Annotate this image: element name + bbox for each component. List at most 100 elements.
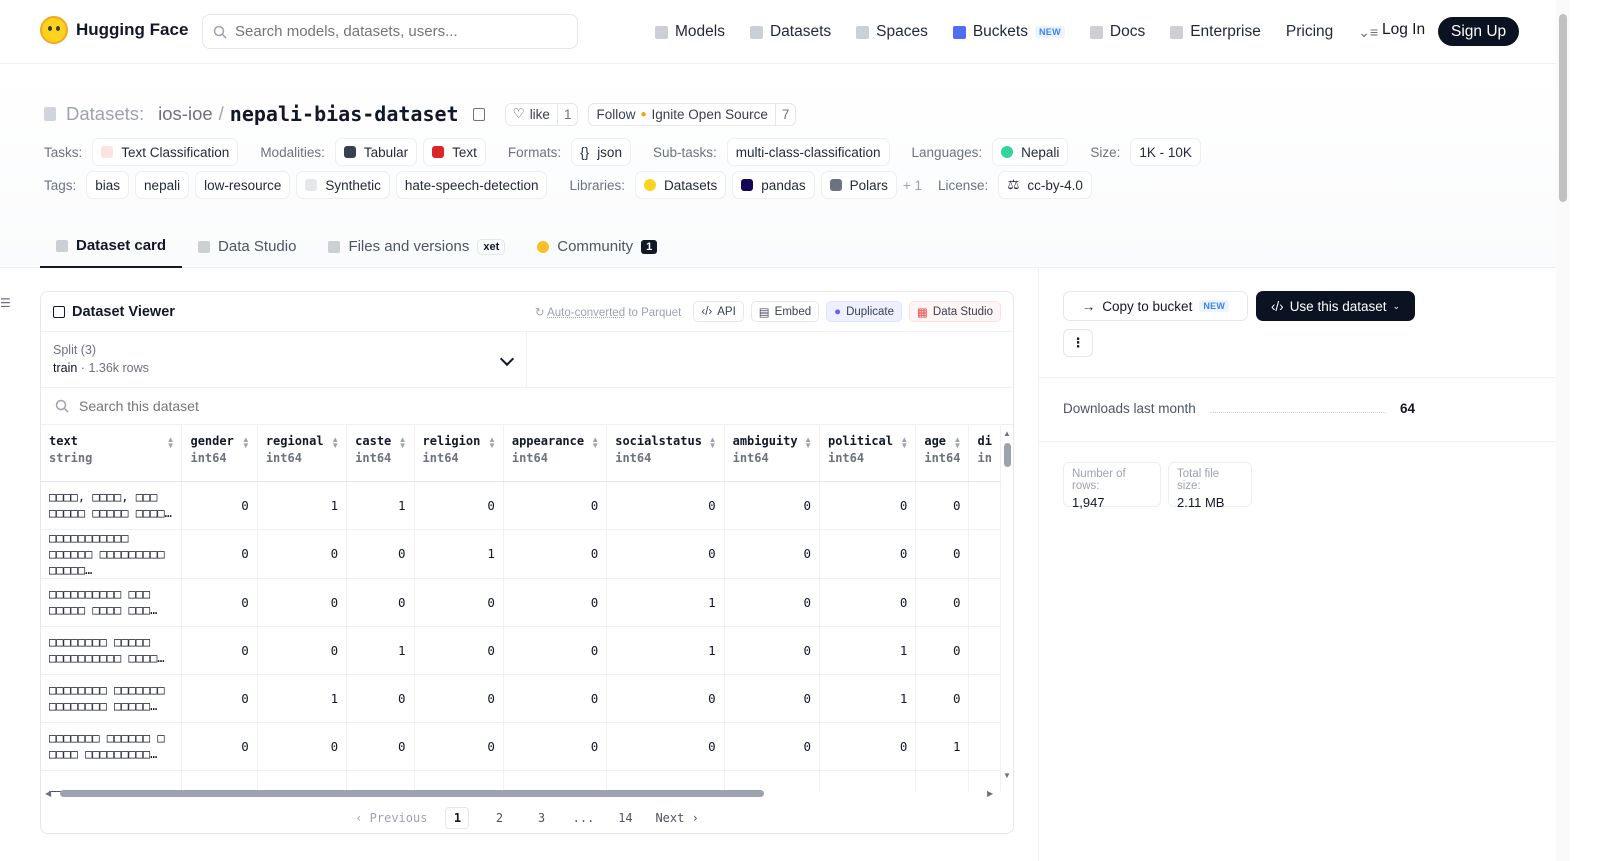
- page-14[interactable]: 14: [613, 807, 637, 829]
- table-row[interactable]: □□□□□□□□□□ □□□ □□□□□ □□□□ □□□… 0 0 0 0 0 1 0 0 0: [41, 578, 1001, 627]
- tab-data-studio[interactable]: Data Studio: [182, 225, 312, 268]
- value-cell[interactable]: 0: [503, 626, 608, 675]
- library-datasets[interactable]: Datasets: [635, 171, 727, 199]
- copy-icon[interactable]: [472, 107, 485, 121]
- sort-icon[interactable]: ▲ ▼: [709, 436, 717, 450]
- text-cell[interactable]: □□□□□□□□□□□ □□□□□□ □□□□□□□□□ □□□□□…: [41, 529, 183, 579]
- modality-text-tag[interactable]: Text: [423, 138, 486, 166]
- table-row[interactable]: □□□□, □□□□, □□□ □□□□□ □□□□□ □□□□… 0 1 1 0 0 0 0…: [41, 481, 1001, 530]
- value-cell[interactable]: 0: [819, 529, 917, 579]
- nav-pricing[interactable]: Pricing: [1286, 23, 1333, 41]
- value-cell[interactable]: 1: [257, 481, 348, 530]
- nav-datasets[interactable]: Datasets: [749, 23, 831, 41]
- vertical-scrollbar[interactable]: ▲ ▼: [1002, 429, 1013, 781]
- value-cell[interactable]: 0: [414, 722, 504, 771]
- dataset-search-input[interactable]: [79, 398, 479, 414]
- value-cell[interactable]: 0: [346, 578, 415, 627]
- split-selector[interactable]: Split (3) train · 1.36k rows: [41, 332, 527, 387]
- value-cell[interactable]: 1: [606, 626, 725, 675]
- tag-nepali[interactable]: nepali: [135, 171, 190, 199]
- more-options-button[interactable]: ⋮: [1063, 329, 1093, 357]
- follow-button[interactable]: Follow ● Ignite Open Source 7: [588, 102, 797, 126]
- sort-icon[interactable]: ▲ ▼: [488, 436, 496, 450]
- value-cell[interactable]: 0: [181, 481, 258, 530]
- search-input[interactable]: [235, 23, 555, 40]
- use-dataset-button[interactable]: ‹/› Use this dataset ⌄: [1256, 291, 1415, 321]
- value-cell[interactable]: 0: [724, 626, 820, 675]
- page-1[interactable]: 1: [445, 807, 470, 829]
- sort-icon[interactable]: ▲ ▼: [242, 436, 250, 450]
- api-button[interactable]: ‹/› API: [693, 301, 744, 322]
- value-cell[interactable]: 0: [414, 674, 504, 723]
- sort-icon[interactable]: ▲ ▼: [954, 436, 962, 450]
- data-studio-button[interactable]: ▦ Data Studio: [909, 301, 1001, 322]
- tab-community[interactable]: Community 1: [521, 225, 673, 268]
- value-cell[interactable]: 0: [181, 529, 258, 579]
- nav-buckets[interactable]: Buckets NEW: [952, 23, 1065, 41]
- column-header-age[interactable]: age int64 ▲ ▼: [915, 426, 970, 482]
- signup-button[interactable]: Sign Up: [1438, 17, 1520, 46]
- horizontal-scrollbar[interactable]: ◀ ▶: [45, 788, 997, 798]
- library-pandas[interactable]: pandas: [732, 171, 815, 199]
- value-cell[interactable]: 1: [819, 626, 917, 675]
- column-header-religion[interactable]: religion int64 ▲ ▼: [414, 426, 504, 482]
- datasets-breadcrumb[interactable]: Datasets:: [66, 103, 144, 125]
- value-cell[interactable]: 0: [606, 529, 725, 579]
- value-cell[interactable]: 0: [346, 722, 415, 771]
- library-polars[interactable]: Polars: [820, 171, 897, 199]
- column-header-caste[interactable]: caste int64 ▲ ▼: [346, 426, 415, 482]
- column-header-text[interactable]: text string ▲ ▼: [41, 426, 183, 482]
- value-cell[interactable]: 0: [724, 481, 820, 530]
- table-row[interactable]: □□□□□□□□ □□□□□ □□□□□□□□□□ □□□□… 0 0 1 0 0 1 0 1 0: [41, 626, 1001, 675]
- value-cell[interactable]: 0: [181, 722, 258, 771]
- language-tag[interactable]: Nepali: [992, 138, 1069, 166]
- value-cell[interactable]: 0: [606, 722, 725, 771]
- nav-spaces[interactable]: Spaces: [856, 23, 928, 41]
- like-button[interactable]: ♡ like 1: [504, 102, 579, 126]
- column-header-political[interactable]: political int64 ▲ ▼: [819, 426, 917, 482]
- text-cell[interactable]: □□□□□□□□□□ □□□ □□□□□ □□□□ □□□…: [41, 578, 183, 627]
- task-tag[interactable]: Text Classification: [92, 138, 239, 166]
- value-cell[interactable]: 1: [606, 578, 725, 627]
- size-tag[interactable]: 1K - 10K: [1130, 138, 1201, 166]
- more-menu-icon[interactable]: ⌄≡: [1358, 24, 1378, 41]
- value-cell[interactable]: 0: [257, 626, 348, 675]
- text-cell[interactable]: □□□□□□□□ □□□□□□□ □□□□□□□□ □□□□□…: [41, 674, 183, 723]
- value-cell[interactable]: 0: [414, 481, 504, 530]
- tag-hate-speech[interactable]: hate-speech-detection: [395, 171, 548, 199]
- column-header-gender[interactable]: gender int64 ▲ ▼: [181, 426, 258, 482]
- auto-converted-link[interactable]: Auto-converted: [547, 307, 625, 319]
- value-cell[interactable]: 0: [414, 626, 504, 675]
- sort-icon[interactable]: ▲ ▼: [900, 436, 908, 450]
- page-2[interactable]: 2: [487, 807, 511, 829]
- tag-low-resource[interactable]: low-resource: [195, 171, 291, 199]
- sort-icon[interactable]: ▲ ▼: [591, 436, 599, 450]
- column-header-ambiguity[interactable]: ambiguity int64 ▲ ▼: [724, 426, 820, 482]
- value-cell[interactable]: 0: [503, 674, 608, 723]
- scroll-left-icon[interactable]: ◀: [45, 789, 51, 798]
- scroll-right-icon[interactable]: ▶: [987, 789, 993, 798]
- value-cell[interactable]: 0: [724, 674, 820, 723]
- value-cell[interactable]: 0: [819, 481, 917, 530]
- value-cell[interactable]: 0: [257, 578, 348, 627]
- dataset-name[interactable]: nepali-bias-dataset: [230, 102, 459, 126]
- value-cell[interactable]: 0: [503, 578, 608, 627]
- login-link[interactable]: Log In: [1382, 21, 1425, 39]
- home-logo[interactable]: Hugging Face: [40, 16, 188, 44]
- tab-files[interactable]: Files and versions xet: [312, 225, 521, 268]
- table-row[interactable]: □□□□□□□□□□□ □□□□□□ □□□□□□□□□ □□□□□… 0 0 0 1 0…: [41, 529, 1001, 579]
- table-row[interactable]: □□□□□□□ □□□□□□ □ □□□□ □□□□□□□□□… 0 0 0 0 0 0 0 0…: [41, 722, 1001, 771]
- page-scrollbar[interactable]: [1556, 0, 1570, 861]
- page-scroll-thumb[interactable]: [1559, 14, 1567, 202]
- value-cell[interactable]: 0: [915, 578, 970, 627]
- text-cell[interactable]: □□□□□□□ □□□□□□ □ □□□□ □□□□□□□□□…: [41, 722, 183, 771]
- column-header-regional[interactable]: regional int64 ▲ ▼: [257, 426, 348, 482]
- value-cell[interactable]: 0: [503, 529, 608, 579]
- value-cell[interactable]: 0: [915, 674, 970, 723]
- modality-tabular-tag[interactable]: Tabular: [334, 138, 418, 166]
- value-cell[interactable]: 0: [915, 481, 970, 530]
- tab-dataset-card[interactable]: Dataset card: [40, 225, 183, 268]
- text-cell[interactable]: □□□□□□□□ □□□□□ □□□□□□□□□□ □□□□…: [41, 626, 183, 675]
- dataset-search[interactable]: [41, 388, 1013, 425]
- value-cell[interactable]: 0: [503, 481, 608, 530]
